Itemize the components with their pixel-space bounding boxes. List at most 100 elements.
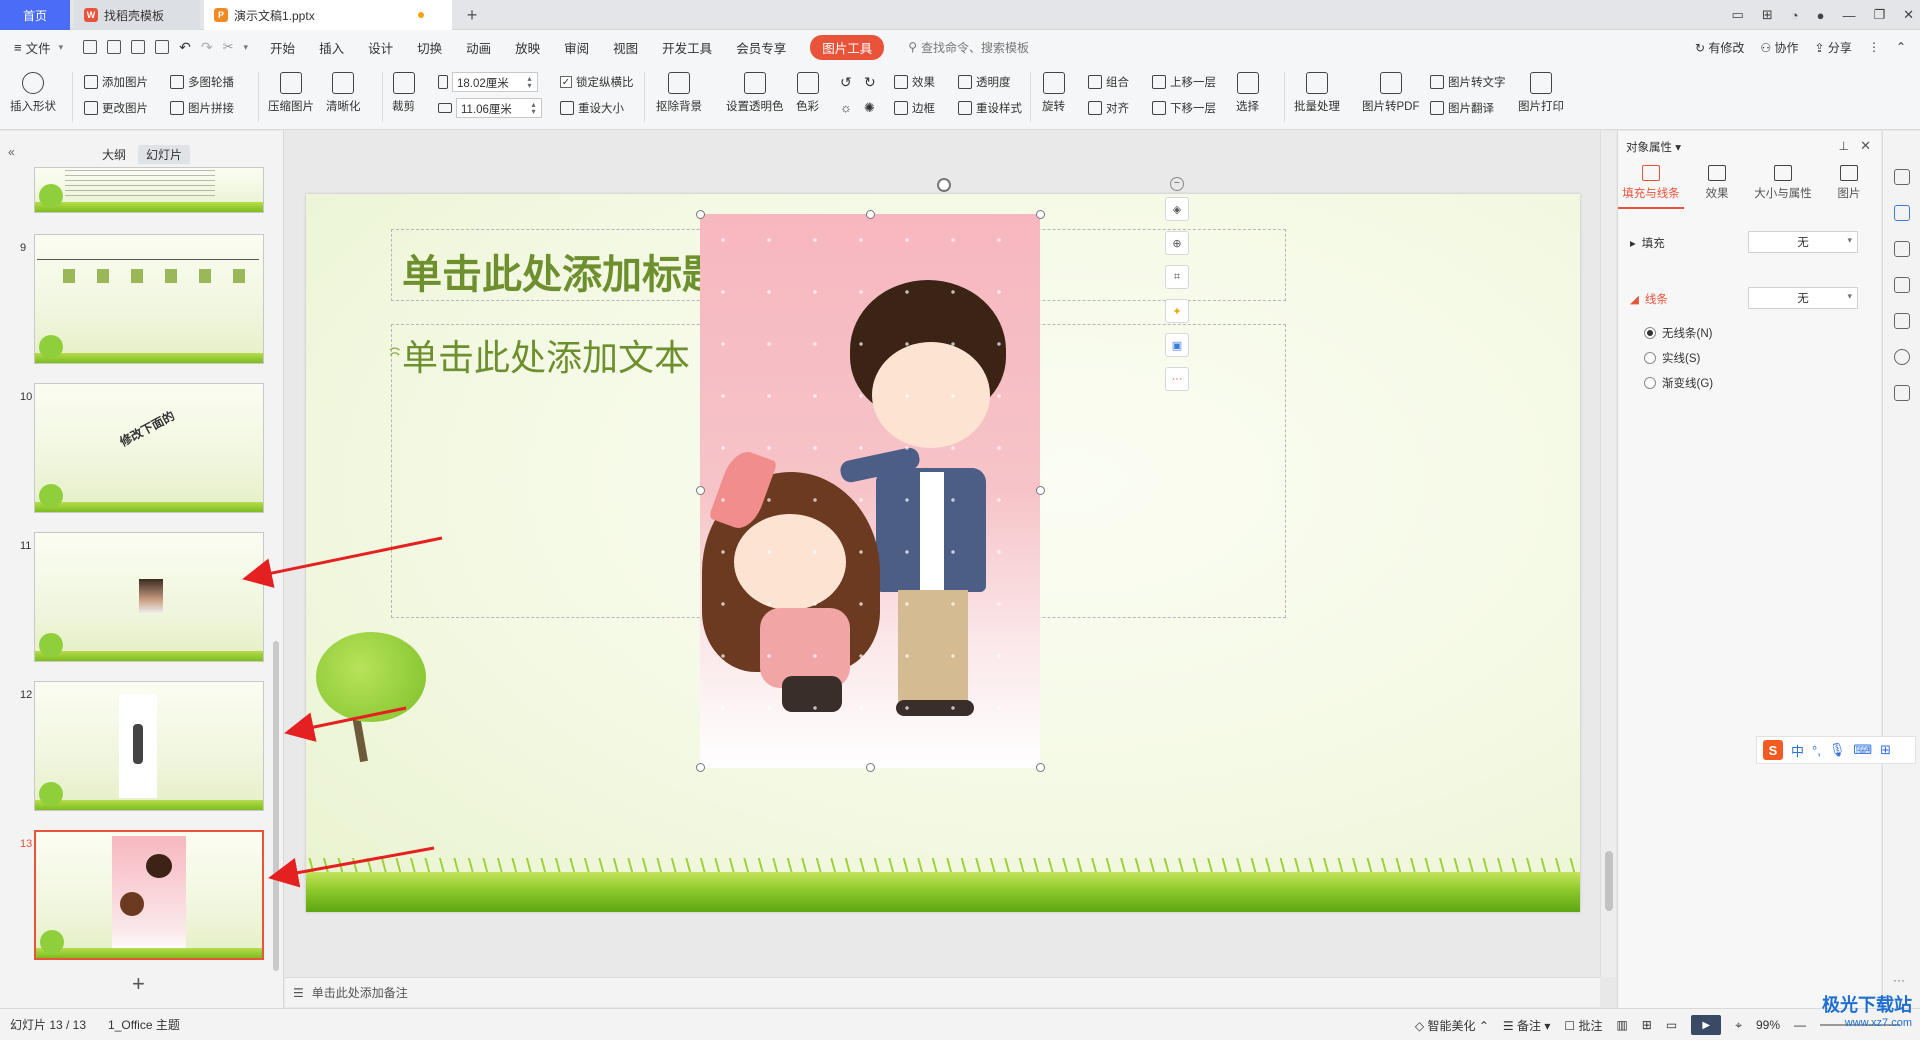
- tab-document[interactable]: P 演示文稿1.pptx: [204, 0, 452, 30]
- close-panel-icon[interactable]: ✕: [1860, 138, 1871, 154]
- scrollbar-thumb[interactable]: [1605, 851, 1613, 911]
- menu-developer[interactable]: 开发工具: [662, 38, 712, 57]
- image-to-text-button[interactable]: 图片转文字: [1430, 74, 1506, 90]
- height-value[interactable]: 11.06厘米: [456, 98, 542, 118]
- menu-design[interactable]: 设计: [368, 38, 393, 57]
- collapse-panel-icon[interactable]: «: [8, 145, 15, 159]
- pin-icon[interactable]: ⊥: [1839, 139, 1849, 153]
- compress-button[interactable]: 压缩图片: [268, 72, 314, 114]
- menu-start[interactable]: 开始: [270, 38, 295, 57]
- fill-section-toggle[interactable]: ▸ 填充: [1630, 235, 1665, 251]
- resize-handle[interactable]: [1036, 210, 1045, 219]
- tab-fill-line[interactable]: 填充与线条: [1618, 165, 1684, 209]
- resize-handle[interactable]: [866, 763, 875, 772]
- menu-view[interactable]: 视图: [613, 38, 638, 57]
- add-image-button[interactable]: 添加图片: [84, 74, 148, 90]
- new-tab-button[interactable]: +: [460, 0, 484, 30]
- reset-size-button[interactable]: 重设大小: [560, 100, 624, 116]
- line-select[interactable]: 无: [1748, 287, 1858, 309]
- crop-icon[interactable]: ⌗: [1165, 265, 1189, 289]
- normal-view-icon[interactable]: ▥: [1616, 1018, 1627, 1032]
- undo-icon[interactable]: ↶: [179, 39, 191, 56]
- collapse-toolbar-icon[interactable]: −: [1170, 177, 1184, 191]
- collaborate-button[interactable]: ⚇ 协作: [1760, 39, 1798, 56]
- transparency-button[interactable]: 透明度: [958, 74, 1011, 90]
- menu-member[interactable]: 会员专享: [736, 38, 786, 57]
- rocket-icon[interactable]: [1894, 169, 1910, 185]
- add-slide-button[interactable]: +: [132, 971, 145, 997]
- slide-thumbnail-12[interactable]: [34, 681, 264, 811]
- group-button[interactable]: 组合: [1088, 74, 1129, 90]
- rotate-left-icon[interactable]: ↺: [840, 74, 852, 91]
- theme-name[interactable]: 1_Office 主题: [108, 1016, 180, 1033]
- fill-select[interactable]: 无: [1748, 231, 1858, 253]
- more-icon[interactable]: ⋮: [1868, 40, 1880, 54]
- skin-icon[interactable]: ◔: [1791, 8, 1799, 23]
- notes-bar[interactable]: ☰ 单击此处添加备注: [285, 977, 1600, 1007]
- avatar[interactable]: ●: [1817, 8, 1825, 23]
- layout-icon[interactable]: ▭: [1732, 7, 1744, 23]
- tab-template[interactable]: W 找稻壳模板: [74, 0, 200, 30]
- image-print-button[interactable]: 图片打印: [1518, 72, 1564, 114]
- effects-button[interactable]: 效果: [894, 74, 935, 90]
- send-backward-button[interactable]: 下移一层: [1152, 100, 1216, 116]
- minimize-button[interactable]: —: [1842, 8, 1855, 23]
- smart-beautify-button[interactable]: ◇ 智能美化 ⌃: [1415, 1017, 1489, 1034]
- border-button[interactable]: 边框: [894, 100, 935, 116]
- resize-handle[interactable]: [1036, 486, 1045, 495]
- comments-button[interactable]: ☐ 批注: [1564, 1017, 1602, 1034]
- tab-slides[interactable]: 幻灯片: [138, 145, 191, 164]
- width-field[interactable]: 18.02厘米: [438, 72, 538, 92]
- insert-shape-button[interactable]: 插入形状: [10, 72, 56, 114]
- align-button[interactable]: 对齐: [1088, 100, 1129, 116]
- contrast-icon[interactable]: ✺: [864, 100, 875, 116]
- apps-grid-icon[interactable]: ⊞: [1762, 7, 1773, 23]
- lock-ratio-checkbox[interactable]: ✓ 锁定纵横比: [560, 74, 634, 90]
- panel-scrollbar[interactable]: [273, 641, 279, 971]
- slide-thumbnail-8[interactable]: [34, 167, 264, 213]
- slide-thumbnail-10[interactable]: 修改下面的: [34, 383, 264, 513]
- share-button[interactable]: ⇪ 分享: [1815, 39, 1852, 56]
- set-transparent-button[interactable]: 设置透明色: [726, 72, 784, 114]
- modified-button[interactable]: ↻ 有修改: [1695, 39, 1744, 56]
- change-image-button[interactable]: 更改图片: [84, 100, 148, 116]
- resize-handle[interactable]: [866, 210, 875, 219]
- location-icon[interactable]: [1894, 349, 1910, 365]
- word-convert-icon[interactable]: ▣: [1165, 333, 1189, 357]
- play-slideshow-button[interactable]: ▶: [1691, 1015, 1722, 1035]
- ime-toolbar[interactable]: S 中 °, 🎙 ⌨ ⊞: [1756, 736, 1916, 764]
- reading-view-icon[interactable]: ▭: [1666, 1018, 1677, 1032]
- image-collage-button[interactable]: 图片拼接: [170, 100, 234, 116]
- resize-handle[interactable]: [696, 210, 705, 219]
- sorter-view-icon[interactable]: ⊞: [1642, 1018, 1652, 1032]
- star-icon[interactable]: [1894, 241, 1910, 257]
- brightness-icon[interactable]: ☼: [840, 100, 852, 115]
- tab-size-props[interactable]: 大小与属性: [1750, 165, 1816, 209]
- file-menu[interactable]: ≡ 文件 ▾: [14, 38, 63, 57]
- rotate-right-icon[interactable]: ↻: [864, 74, 876, 91]
- bring-forward-button[interactable]: 上移一层: [1152, 74, 1216, 90]
- radio-solid-line[interactable]: 实线(S): [1644, 350, 1700, 366]
- image-translate-button[interactable]: 图片翻译: [1430, 100, 1494, 116]
- multi-carousel-button[interactable]: 多图轮播: [170, 74, 234, 90]
- resize-handle[interactable]: [696, 763, 705, 772]
- more-options-icon[interactable]: ···: [1165, 367, 1189, 391]
- close-button[interactable]: ✕: [1903, 7, 1914, 23]
- image-to-pdf-button[interactable]: 图片转PDF: [1362, 72, 1420, 114]
- select-button[interactable]: 选择: [1236, 72, 1259, 114]
- menu-picture-tools[interactable]: 图片工具: [810, 34, 885, 60]
- format-painter-icon[interactable]: ✂: [223, 39, 234, 55]
- menu-slideshow[interactable]: 放映: [515, 38, 540, 57]
- batch-process-button[interactable]: 批量处理: [1294, 72, 1340, 114]
- slide-thumbnail-13[interactable]: [34, 830, 264, 960]
- gallery-icon[interactable]: [1894, 313, 1910, 329]
- menu-review[interactable]: 审阅: [564, 38, 589, 57]
- menu-animation[interactable]: 动画: [466, 38, 491, 57]
- radio-no-line[interactable]: 无线条(N): [1644, 325, 1712, 341]
- book-icon[interactable]: [1894, 385, 1910, 401]
- crop-button[interactable]: 裁剪: [392, 72, 415, 114]
- menu-insert[interactable]: 插入: [319, 38, 344, 57]
- slide[interactable]: 单击此处添加标题 ꩰ单击此处添加文本: [306, 194, 1580, 912]
- slide-thumbnail-9[interactable]: [34, 234, 264, 364]
- idea-icon[interactable]: ✦: [1165, 299, 1189, 323]
